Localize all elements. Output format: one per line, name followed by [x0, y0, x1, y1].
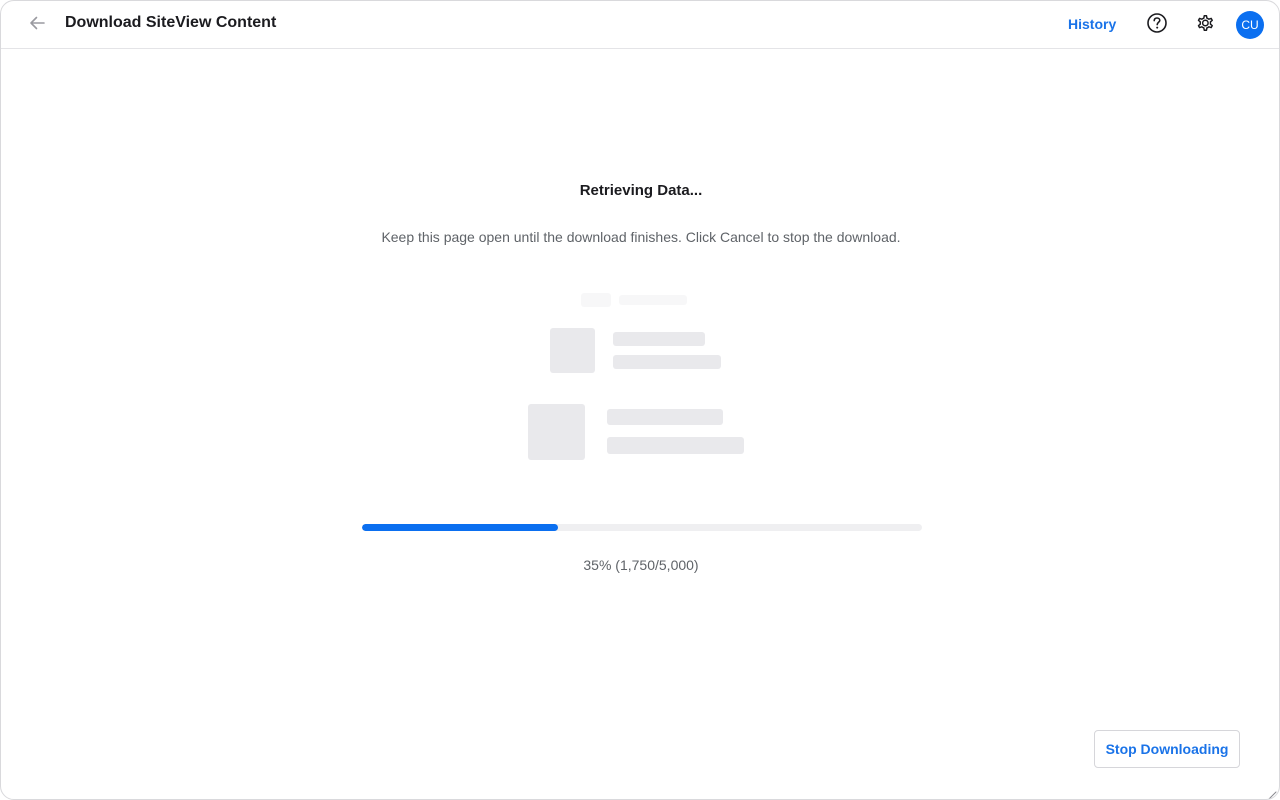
- status-description: Keep this page open until the download f…: [381, 229, 901, 245]
- app-window: Download SiteView Content History CU Ret…: [0, 0, 1280, 800]
- page-title: Download SiteView Content: [65, 14, 277, 31]
- gear-icon: [1194, 12, 1216, 39]
- progress-label: 35% (1,750/5,000): [583, 557, 699, 573]
- skeleton-block: [613, 355, 721, 369]
- resize-grip-icon[interactable]: [1267, 787, 1277, 799]
- skeleton-block: [619, 295, 687, 305]
- help-button[interactable]: [1144, 12, 1170, 38]
- skeleton-block: [613, 332, 705, 346]
- back-button[interactable]: [23, 11, 51, 39]
- skeleton-block: [550, 328, 595, 373]
- skeleton-block: [581, 293, 611, 307]
- skeleton-block: [528, 404, 585, 460]
- progress-bar-fill: [362, 524, 558, 531]
- progress-bar: [362, 524, 922, 531]
- settings-button[interactable]: [1192, 12, 1218, 38]
- skeleton-block: [607, 409, 723, 425]
- history-link[interactable]: History: [1068, 16, 1116, 32]
- loading-skeleton-illustration: [501, 281, 801, 481]
- status-title: Retrieving Data...: [579, 182, 703, 199]
- header-bar: Download SiteView Content History CU: [1, 1, 1279, 49]
- question-circle-icon: [1146, 12, 1168, 39]
- user-avatar[interactable]: CU: [1236, 11, 1264, 39]
- stop-downloading-button[interactable]: Stop Downloading: [1094, 730, 1240, 768]
- arrow-left-icon: [27, 13, 47, 38]
- skeleton-block: [607, 437, 744, 454]
